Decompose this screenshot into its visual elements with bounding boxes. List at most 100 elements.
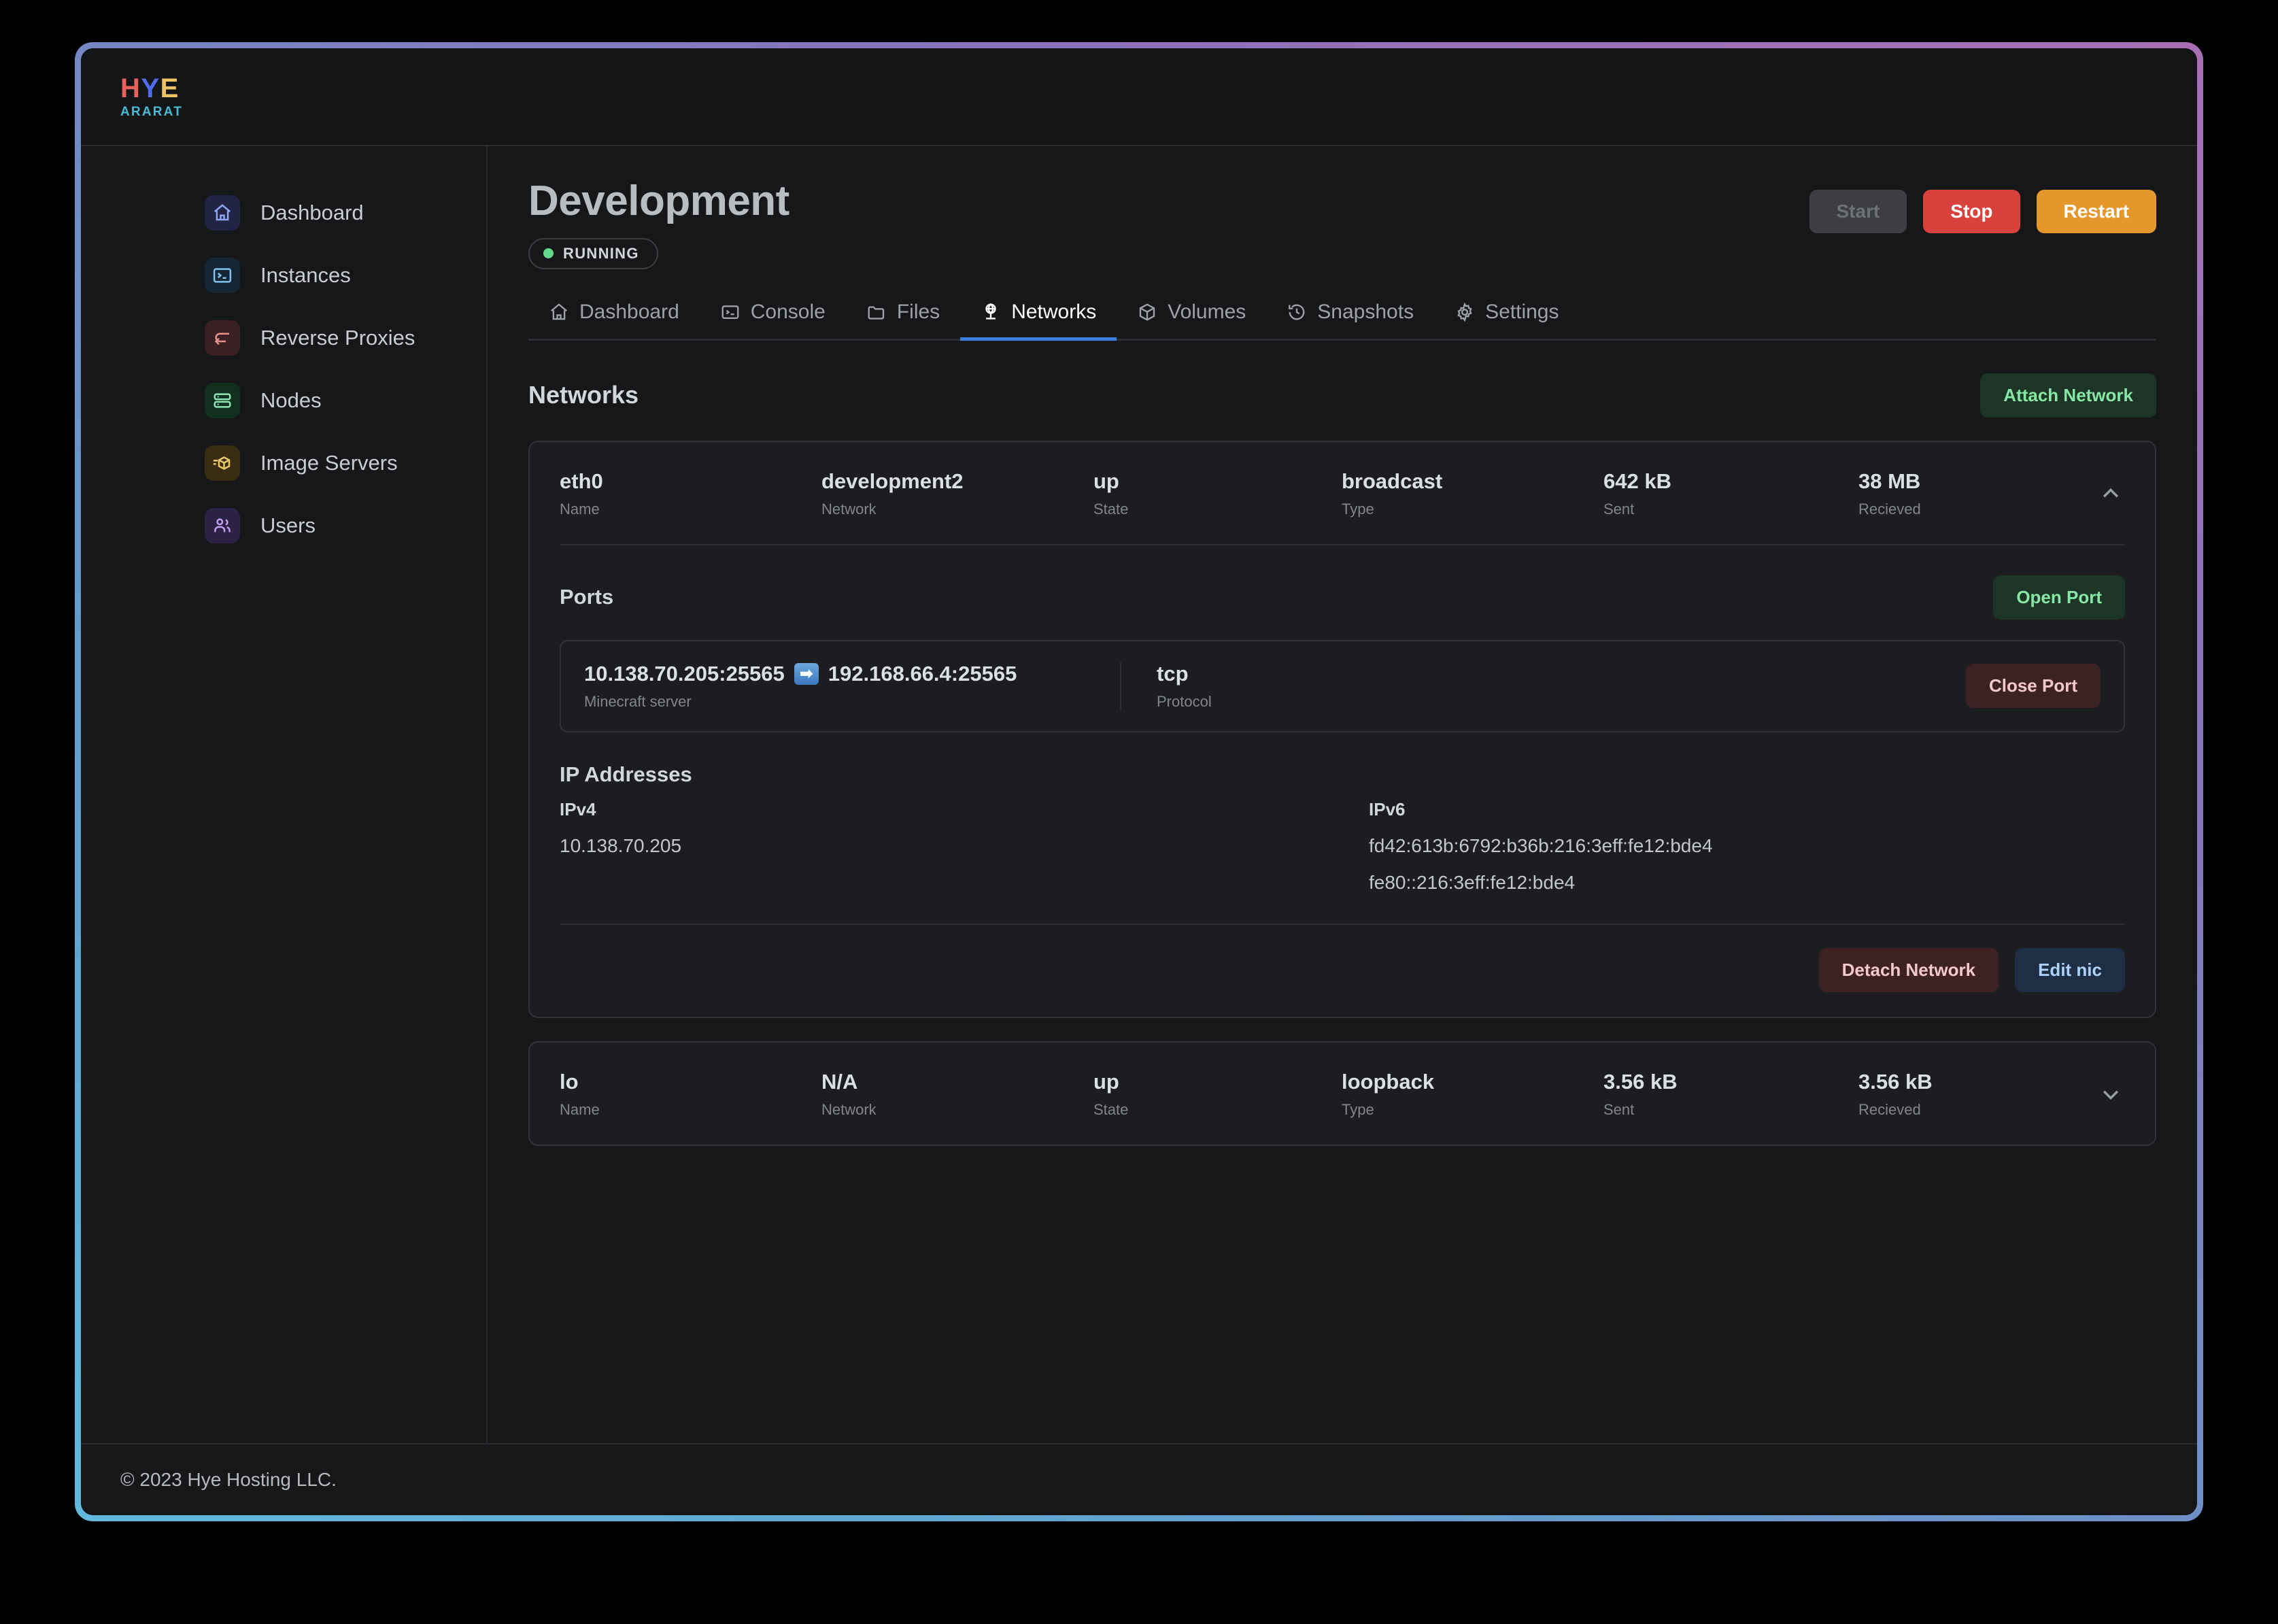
logo-letter-y: Y [141, 73, 160, 103]
interface-name-label: Name [560, 1100, 600, 1118]
image-server-icon [205, 445, 240, 481]
logo-letter-e: E [160, 73, 180, 103]
interface-name-value: eth0 [560, 469, 603, 493]
sidebar-item-dashboard[interactable]: Dashboard [81, 182, 486, 244]
interface-state-cell: up State [1093, 1070, 1342, 1119]
tab-label: Snapshots [1317, 300, 1414, 323]
interface-name-label: Name [560, 500, 600, 518]
interface-sent-cell: 3.56 kB Sent [1603, 1070, 1858, 1119]
tab-label: Volumes [1168, 300, 1246, 323]
terminal-icon [721, 305, 739, 319]
tab-label: Dashboard [579, 300, 679, 323]
ports-section: Ports Open Port 10.138.70.205:25565 ➡ 19… [530, 545, 2155, 732]
edit-nic-button[interactable]: Edit nic [2015, 947, 2125, 992]
start-button[interactable]: Start [1809, 190, 1907, 233]
gear-icon [1457, 302, 1472, 322]
interface-name-value: lo [560, 1069, 579, 1094]
tab-console[interactable]: Console [700, 292, 846, 341]
sidebar-item-label: Instances [260, 263, 351, 287]
sidebar-item-label: Image Servers [260, 451, 398, 475]
tab-label: Console [750, 300, 826, 323]
chevron-down-icon[interactable] [2096, 1083, 2125, 1106]
sidebar-item-users[interactable]: Users [81, 494, 486, 557]
body-area: Dashboard Instances Reverse Proxies Node… [81, 146, 2197, 1443]
networks-section-title: Networks [528, 381, 639, 409]
port-entry-row: 10.138.70.205:25565 ➡ 192.168.66.4:25565… [560, 639, 2125, 732]
sidebar-item-image-servers[interactable]: Image Servers [81, 432, 486, 494]
ip-addresses-title: IP Addresses [560, 762, 692, 786]
attach-network-button[interactable]: Attach Network [1980, 373, 2156, 418]
interface-network-cell: N/A Network [821, 1070, 1093, 1119]
port-address-value: 10.138.70.205:25565 ➡ 192.168.66.4:25565 [584, 662, 1120, 686]
open-port-button[interactable]: Open Port [1993, 575, 2125, 620]
interface-card-actions: Detach Network Edit nic [560, 923, 2125, 1017]
tab-files[interactable]: Files [846, 292, 960, 341]
interface-network-value: development2 [821, 469, 964, 493]
interface-network-value: N/A [821, 1069, 858, 1094]
sidebar-item-reverse-proxies[interactable]: Reverse Proxies [81, 307, 486, 369]
tab-networks[interactable]: Networks [960, 292, 1117, 341]
interface-state-label: State [1093, 1100, 1129, 1118]
interface-sent-label: Sent [1603, 500, 1635, 518]
terminal-icon [205, 258, 240, 293]
sidebar-item-label: Dashboard [260, 201, 364, 224]
brand-logo-subtitle: ARARAT [120, 105, 184, 119]
app-window-frame: HYE ARARAT Dashboard Instances Reverse P… [75, 42, 2203, 1521]
interface-summary-row[interactable]: eth0 Name development2 Network up State [530, 442, 2155, 544]
interface-state-label: State [1093, 500, 1129, 518]
interface-type-cell: broadcast Type [1342, 469, 1603, 518]
interface-type-label: Type [1342, 1100, 1374, 1118]
interface-received-label: Recieved [1858, 500, 1921, 518]
ipv6-value-linklocal: fe80::216:3eff:fe12:bde4 [1369, 871, 1576, 893]
interface-summary-row[interactable]: lo Name N/A Network up State loopback Ty… [530, 1043, 2155, 1145]
sidebar-item-label: Users [260, 513, 316, 537]
sidebar: Dashboard Instances Reverse Proxies Node… [81, 146, 488, 1443]
sidebar-item-nodes[interactable]: Nodes [81, 369, 486, 432]
users-icon [205, 508, 240, 543]
sidebar-item-label: Reverse Proxies [260, 326, 415, 350]
close-port-button[interactable]: Close Port [1965, 664, 2101, 709]
app-window: HYE ARARAT Dashboard Instances Reverse P… [81, 48, 2197, 1515]
port-protocol-value: tcp [1157, 661, 1189, 686]
stop-button[interactable]: Stop [1923, 190, 2020, 233]
interface-name-cell: lo Name [560, 1070, 821, 1119]
tab-label: Networks [1011, 300, 1097, 323]
tab-dashboard[interactable]: Dashboard [528, 292, 700, 341]
ipv6-value-global: fd42:613b:6792:b36b:216:3eff:fe12:bde4 [1369, 834, 1713, 856]
brand-logo[interactable]: HYE ARARAT [120, 75, 183, 118]
cube-icon [1140, 303, 1155, 321]
interface-type-label: Type [1342, 500, 1374, 518]
interface-network-cell: development2 Network [821, 469, 1093, 518]
top-bar: HYE ARARAT [81, 48, 2197, 146]
instance-action-buttons: Start Stop Restart [1809, 179, 2156, 233]
tab-settings[interactable]: Settings [1434, 292, 1579, 341]
ports-section-header: Ports Open Port [560, 575, 2125, 620]
network-interface-card-lo: lo Name N/A Network up State loopback Ty… [528, 1041, 2156, 1146]
sidebar-item-label: Nodes [260, 388, 322, 412]
sidebar-item-instances[interactable]: Instances [81, 244, 486, 307]
footer-copyright: © 2023 Hye Hosting LLC. [120, 1469, 337, 1490]
status-dot-icon [543, 248, 554, 259]
tab-snapshots[interactable]: Snapshots [1266, 292, 1434, 341]
ip-addresses-section: IP Addresses IPv4 10.138.70.205 IPv6 fd4… [530, 732, 2155, 894]
interface-type-cell: loopback Type [1342, 1070, 1603, 1119]
home-icon [550, 303, 568, 320]
ipv6-column: IPv6 fd42:613b:6792:b36b:216:3eff:fe12:b… [1369, 799, 2125, 894]
ip-address-columns: IPv4 10.138.70.205 IPv6 fd42:613b:6792:b… [560, 799, 2125, 894]
page-title-block: Development RUNNING [528, 178, 789, 269]
network-globe-icon [985, 303, 996, 320]
ports-section-title: Ports [560, 585, 614, 609]
server-icon [205, 383, 240, 418]
interface-type-value: broadcast [1342, 469, 1443, 493]
ipv4-value: 10.138.70.205 [560, 834, 682, 856]
detach-network-button[interactable]: Detach Network [1818, 947, 1999, 992]
clock-history-icon [1289, 304, 1305, 320]
restart-button[interactable]: Restart [2036, 190, 2156, 233]
port-address-cell: 10.138.70.205:25565 ➡ 192.168.66.4:25565… [584, 661, 1121, 711]
chevron-up-icon[interactable] [2096, 482, 2125, 505]
arrow-return-icon [205, 320, 240, 356]
instance-tabs: Dashboard Console Files Networks Volumes… [528, 292, 2156, 341]
interface-type-value: loopback [1342, 1069, 1435, 1094]
tab-volumes[interactable]: Volumes [1117, 292, 1266, 341]
brand-logo-main: HYE [120, 75, 183, 102]
